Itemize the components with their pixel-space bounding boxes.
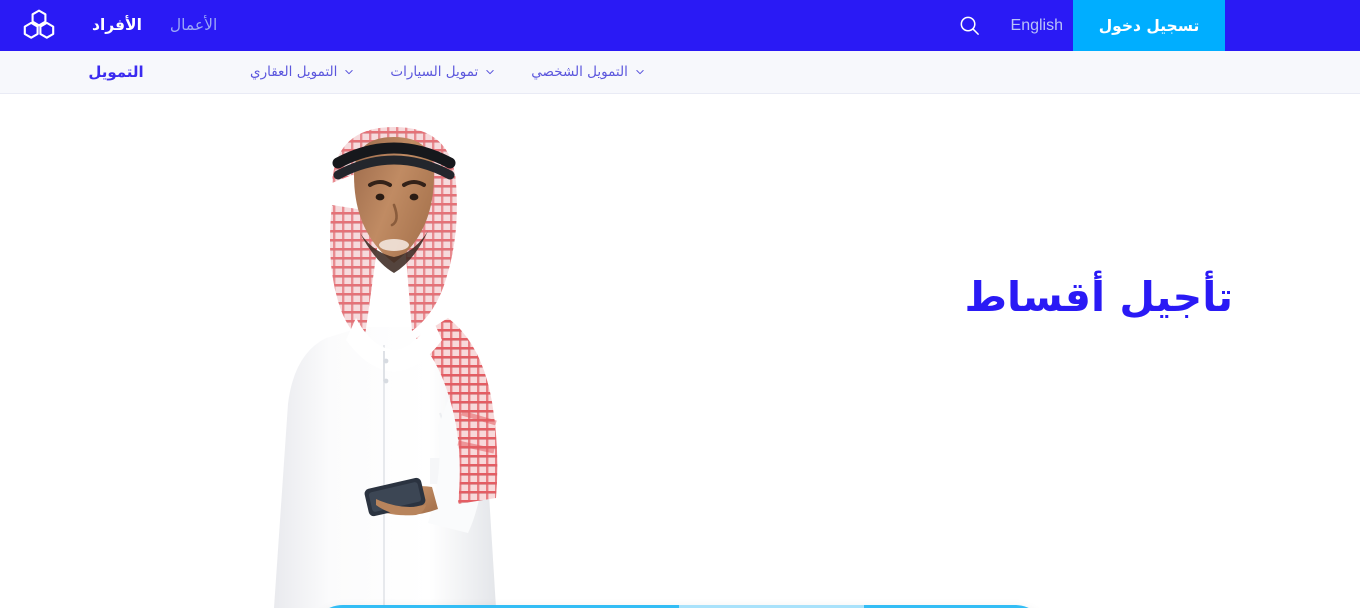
subnav-item-real-estate-finance[interactable]: التمويل العقاري (232, 64, 372, 80)
chevron-down-icon (636, 70, 644, 75)
subnav-item-label: التمويل الشخصي (531, 64, 628, 80)
al-rajhi-bank-logo[interactable] (0, 0, 78, 51)
subnav-section-title: التمويل (88, 62, 144, 81)
top-header: الأفراد الأعمال English تسجيل دخول (0, 0, 1360, 51)
hero-person-image (274, 127, 498, 608)
subnav-item-label: تمويل السيارات (390, 64, 479, 80)
hero-banner: تأجيل أقساط الحسابات البطاقات (0, 95, 1360, 608)
search-button[interactable] (939, 0, 1001, 51)
subnav-item-auto-finance[interactable]: تمويل السيارات (372, 64, 513, 80)
chevron-down-icon (486, 70, 494, 75)
search-icon (960, 16, 979, 35)
subnav-item-personal-finance[interactable]: التمويل الشخصي (513, 64, 663, 80)
subnav-item-label: التمويل العقاري (250, 64, 338, 80)
subnav-links: التمويل العقاري تمويل السيارات التمويل ا… (232, 64, 663, 80)
hero-headline: تأجيل أقساط (964, 273, 1233, 321)
chevron-down-icon (345, 70, 354, 75)
brand-zone: الأفراد الأعمال (0, 0, 231, 51)
subnav-title-wrap: التمويل (0, 51, 232, 94)
segment-business[interactable]: الأعمال (156, 0, 231, 51)
language-toggle[interactable]: English (1001, 0, 1073, 51)
page-root: الأفراد الأعمال English تسجيل دخول التمو… (0, 0, 1360, 608)
login-button[interactable]: تسجيل دخول (1073, 0, 1225, 51)
sub-navigation-bar: التمويل التمويل العقاري تمويل السيارات ا… (0, 51, 1360, 94)
segment-individuals[interactable]: الأفراد (78, 0, 156, 51)
audience-segment-nav: الأفراد الأعمال (78, 0, 231, 51)
header-utilities: English تسجيل دخول (939, 0, 1360, 51)
header-tail (1225, 0, 1360, 51)
header-spacer (231, 0, 938, 51)
